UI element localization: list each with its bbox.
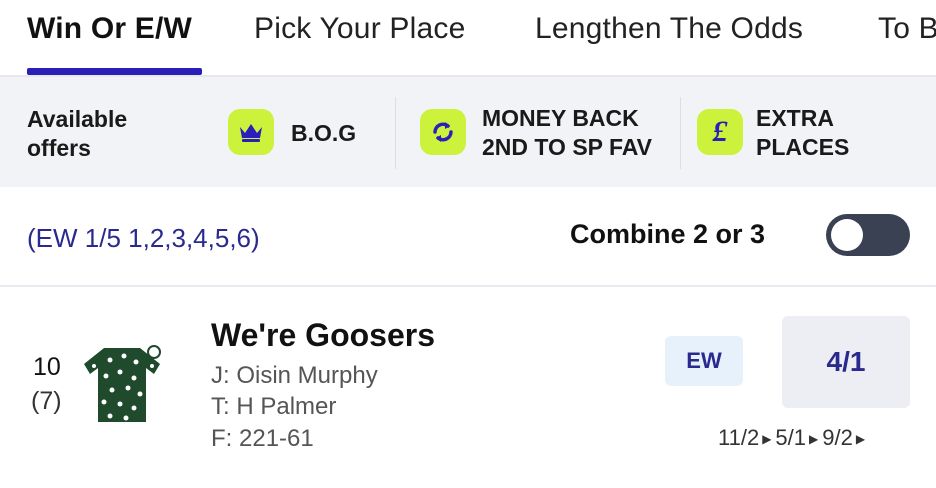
runner-trainer: T: H Palmer xyxy=(211,393,337,420)
market-tabs: Win Or E/W Pick Your Place Lengthen The … xyxy=(0,0,936,76)
runner-name[interactable]: We're Goosers xyxy=(211,317,435,354)
offers-divider xyxy=(395,97,396,169)
combine-label: Combine 2 or 3 xyxy=(570,219,766,249)
caret-right-icon: ▶ xyxy=(855,432,866,446)
offers-label: Available offers xyxy=(27,106,128,161)
odds-history-value: 9/2 xyxy=(822,425,853,450)
each-way-terms: (EW 1/5 1,2,3,4,5,6) xyxy=(27,223,260,253)
tab-lengthen-the-odds[interactable]: Lengthen The Odds xyxy=(535,12,803,46)
runner-form: F: 221-61 xyxy=(211,425,314,452)
refresh-icon xyxy=(420,109,466,155)
toggle-knob xyxy=(831,219,863,251)
runner-number: 10 xyxy=(33,353,61,381)
jockey-silks-icon xyxy=(84,345,161,422)
caret-right-icon: ▶ xyxy=(809,432,819,446)
active-tab-indicator xyxy=(27,68,202,75)
odds-history-value: 5/1 xyxy=(775,425,807,450)
offer-money-back[interactable]: MONEY BACK 2ND TO SP FAV xyxy=(482,104,652,162)
combine-toggle[interactable] xyxy=(826,214,910,256)
odds-button[interactable]: 4/1 xyxy=(782,316,910,408)
offer-extra-places[interactable]: EXTRA PLACES xyxy=(756,104,849,162)
crown-icon xyxy=(228,109,274,155)
runner-row: 10 (7) We're Goosers J: Oisin Murphy T: … xyxy=(0,289,936,488)
caret-right-icon: ▶ xyxy=(762,432,772,446)
runner-draw: (7) xyxy=(31,387,62,415)
pound-sign-icon: £ xyxy=(697,109,743,155)
offers-divider xyxy=(680,97,681,169)
tab-to-b[interactable]: To B xyxy=(878,12,936,46)
each-way-badge[interactable]: EW xyxy=(665,336,743,386)
available-offers-bar: Available offers B.O.G MONEY BACK 2ND TO… xyxy=(0,77,936,187)
odds-history: 11/2 ▶ 5/1 ▶ 9/2 ▶ xyxy=(718,425,869,451)
tab-pick-your-place[interactable]: Pick Your Place xyxy=(254,12,465,46)
runner-jockey: J: Oisin Murphy xyxy=(211,362,378,389)
odds-history-value: 11/2 xyxy=(718,425,760,450)
offer-bog[interactable]: B.O.G xyxy=(291,119,356,148)
each-way-row: (EW 1/5 1,2,3,4,5,6) Combine 2 or 3 xyxy=(0,187,936,287)
tab-win-or-ew[interactable]: Win Or E/W xyxy=(27,12,192,46)
